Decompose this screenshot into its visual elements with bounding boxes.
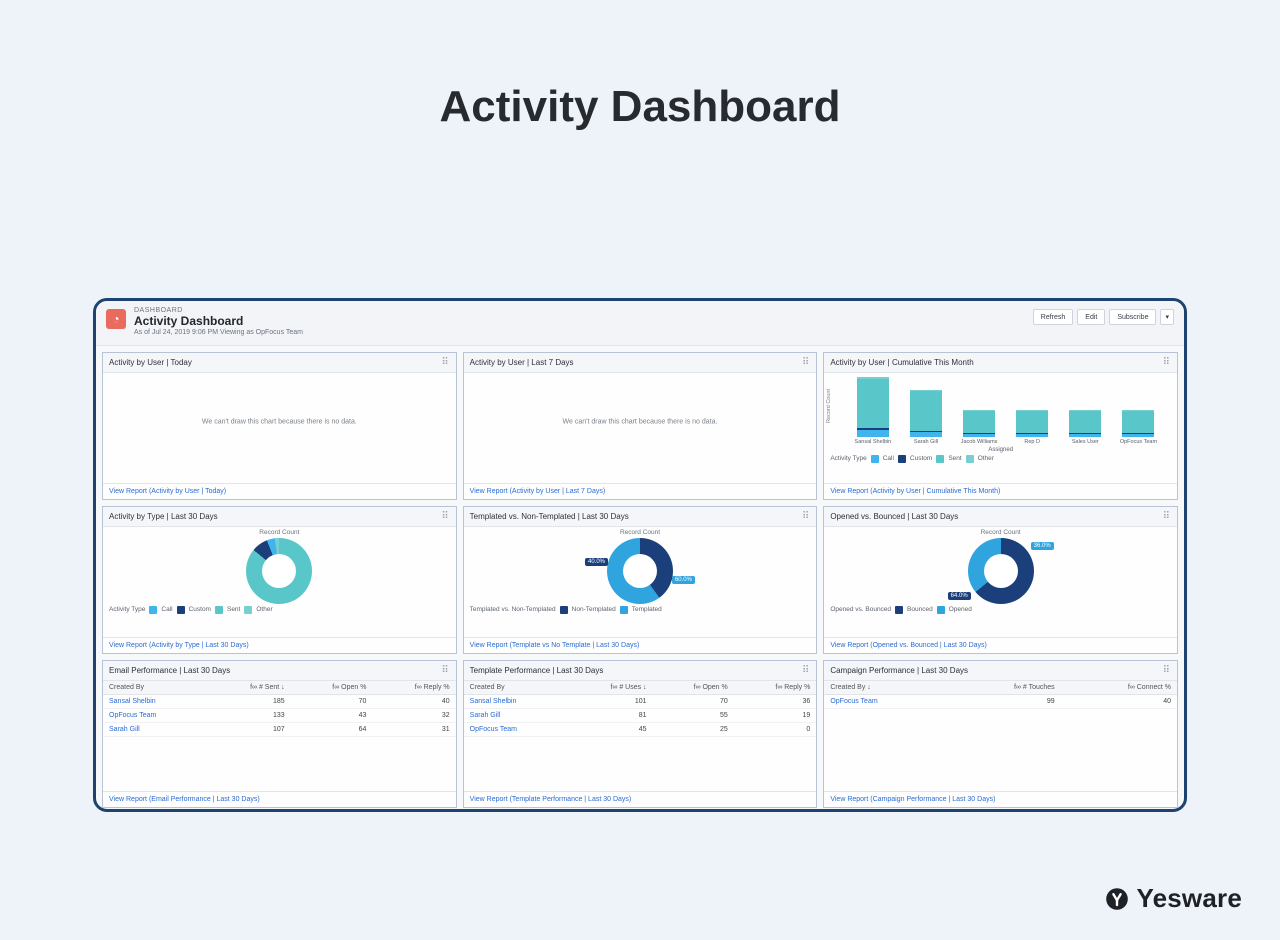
donut-title: Record Count [620,529,660,536]
view-report-link[interactable]: View Report (Campaign Performance | Last… [830,796,995,803]
y-axis-label: Record Count [826,389,832,423]
card-activity-type-30: Activity by Type | Last 30 Days ⠿ Record … [102,506,457,654]
card-title: Activity by User | Cumulative This Month [830,358,973,367]
empty-message: We can't draw this chart because there i… [563,419,718,426]
drag-handle-icon[interactable]: ⠿ [1163,511,1171,522]
dashboard-header: ◔ DASHBOARD Activity Dashboard As of Jul… [96,301,1184,346]
view-report-link[interactable]: View Report (Email Performance | Last 30… [109,796,260,803]
card-title: Email Performance | Last 30 Days [109,666,230,675]
card-activity-user-month: Activity by User | Cumulative This Month… [823,352,1178,500]
card-title: Templated vs. Non-Templated | Last 30 Da… [470,512,629,521]
more-actions-button[interactable]: ▾ [1160,309,1174,325]
brand-name: Yesware [1137,883,1243,914]
bar-chart: Record Count Sansal ShelbinSarah GillJac… [824,373,1177,445]
page-title: Activity Dashboard [0,82,1280,132]
card-activity-user-today: Activity by User | Today ⠿ We can't draw … [102,352,457,500]
chart-legend: Activity Type Call Custom Sent Other [103,604,456,616]
slice-label: 60.0% [672,576,695,584]
donut-title: Record Count [259,529,299,536]
brand-footer: Yesware [1105,883,1243,914]
header-title: Activity Dashboard [134,315,303,329]
drag-handle-icon[interactable]: ⠿ [802,511,810,522]
header-subtitle: As of Jul 24, 2019 9:06 PM Viewing as Op… [134,329,303,337]
drag-handle-icon[interactable]: ⠿ [441,511,449,522]
chart-legend: Opened vs. Bounced Bounced Opened [824,604,1177,616]
card-templated-vs: Templated vs. Non-Templated | Last 30 Da… [463,506,818,654]
empty-message: We can't draw this chart because there i… [202,419,357,426]
drag-handle-icon[interactable]: ⠿ [802,357,810,368]
donut-title: Record Count [981,529,1021,536]
card-opened-bounced: Opened vs. Bounced | Last 30 Days ⠿ Recor… [823,506,1178,654]
subscribe-button[interactable]: Subscribe [1109,309,1156,325]
slice-label: 36.0% [1031,542,1054,550]
view-report-link[interactable]: View Report (Activity by User | Cumulati… [830,488,1000,495]
drag-handle-icon[interactable]: ⠿ [441,357,449,368]
view-report-link[interactable]: View Report (Opened vs. Bounced | Last 3… [830,642,987,649]
slice-label: 40.0% [585,558,608,566]
drag-handle-icon[interactable]: ⠿ [802,665,810,676]
yesware-logo-icon [1105,887,1129,911]
view-report-link[interactable]: View Report (Template Performance | Last… [470,796,632,803]
view-report-link[interactable]: View Report (Activity by User | Today) [109,488,226,495]
slice-label: 64.0% [948,592,971,600]
card-title: Template Performance | Last 30 Days [470,666,604,675]
donut-chart: 36.0% 64.0% [968,538,1034,604]
card-email-performance: Email Performance | Last 30 Days ⠿ Create… [102,660,457,808]
card-title: Opened vs. Bounced | Last 30 Days [830,512,958,521]
chart-legend: Templated vs. Non-Templated Non-Template… [464,604,817,616]
drag-handle-icon[interactable]: ⠿ [1163,357,1171,368]
card-title: Activity by User | Today [109,358,192,367]
data-table: Created By ↓f∞ # Touchesf∞ Connect %OpFo… [824,681,1177,709]
chart-legend: Activity Type Call Custom Sent Other [824,453,1177,465]
drag-handle-icon[interactable]: ⠿ [441,665,449,676]
card-template-performance: Template Performance | Last 30 Days ⠿ Cre… [463,660,818,808]
view-report-link[interactable]: View Report (Template vs No Template | L… [470,642,640,649]
dashboard-frame: ◔ DASHBOARD Activity Dashboard As of Jul… [93,298,1187,812]
card-title: Campaign Performance | Last 30 Days [830,666,968,675]
donut-chart [246,538,312,604]
card-title: Activity by User | Last 7 Days [470,358,574,367]
refresh-button[interactable]: Refresh [1033,309,1074,325]
drag-handle-icon[interactable]: ⠿ [1163,665,1171,676]
data-table: Created Byf∞ # Sent ↓f∞ Open %f∞ Reply %… [103,681,456,737]
card-activity-user-7days: Activity by User | Last 7 Days ⠿ We can't… [463,352,818,500]
view-report-link[interactable]: View Report (Activity by User | Last 7 D… [470,488,606,495]
card-campaign-performance: Campaign Performance | Last 30 Days ⠿ Cre… [823,660,1178,808]
view-report-link[interactable]: View Report (Activity by Type | Last 30 … [109,642,249,649]
card-title: Activity by Type | Last 30 Days [109,512,218,521]
gauge-icon: ◔ [106,309,126,329]
donut-chart: 40.0% 60.0% [607,538,673,604]
edit-button[interactable]: Edit [1077,309,1105,325]
data-table: Created Byf∞ # Uses ↓f∞ Open %f∞ Reply %… [464,681,817,737]
